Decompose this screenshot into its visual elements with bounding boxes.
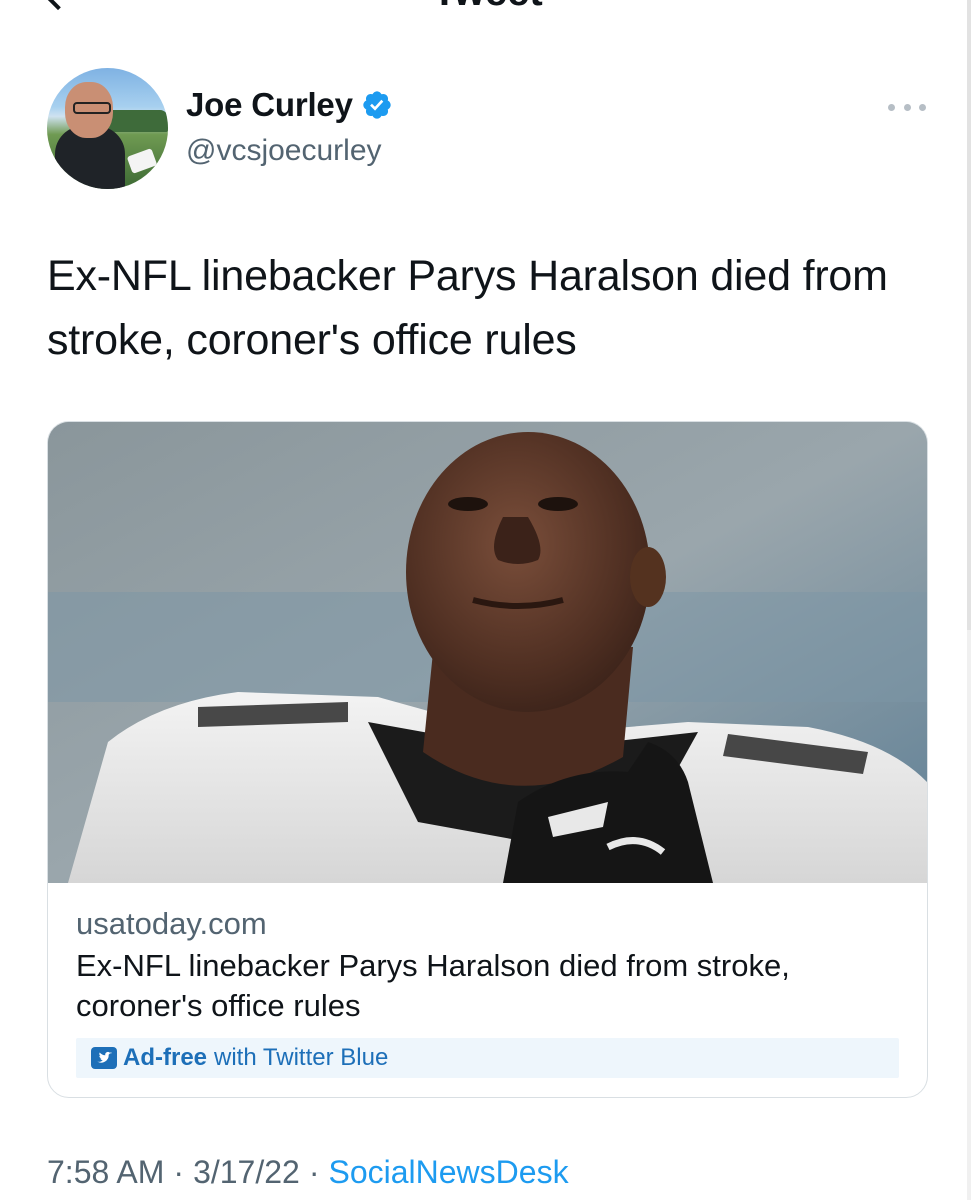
author-display-name[interactable]: Joe Curley	[186, 86, 353, 124]
card-domain: usatoday.com	[76, 906, 267, 941]
avatar[interactable]	[47, 68, 168, 189]
tweet-time[interactable]: 7:58 AM	[47, 1154, 164, 1190]
verified-badge-icon	[363, 91, 391, 119]
page-title: Tweet	[0, 0, 975, 14]
avatar-glasses	[73, 102, 111, 114]
card-image[interactable]	[48, 422, 927, 883]
tweet-meta-row: 7:58 AM · 3/17/22 · SocialNewsDesk	[47, 1154, 569, 1191]
author-name-row[interactable]: Joe Curley	[186, 86, 393, 124]
card-title[interactable]: Ex-NFL linebacker Parys Haralson died fr…	[76, 946, 906, 1026]
meta-separator: ·	[173, 1154, 185, 1190]
more-dot	[919, 103, 926, 111]
promo-label-strong: Ad-free	[123, 1044, 208, 1071]
tweet-text: Ex-NFL linebacker Parys Haralson died fr…	[47, 252, 888, 364]
twitter-blue-bird-icon	[91, 1047, 117, 1069]
meta-separator: ·	[308, 1154, 320, 1190]
avatar-phone	[126, 148, 158, 174]
card-photo-illustration	[48, 422, 927, 883]
author-handle[interactable]: @vcsjoecurley	[186, 134, 382, 168]
tweet-date[interactable]: 3/17/22	[193, 1154, 300, 1190]
scrollbar-thumb[interactable]	[967, 0, 971, 630]
twitter-blue-promo[interactable]: Ad-free with Twitter Blue	[76, 1038, 899, 1078]
promo-label: with Twitter Blue	[214, 1044, 389, 1071]
top-navigation-bar: Tweet	[0, 0, 975, 14]
link-preview-card[interactable]: usatoday.com Ex-NFL linebacker Parys Har…	[47, 421, 928, 1098]
more-dot	[888, 103, 895, 111]
more-horizontal-icon[interactable]	[888, 94, 926, 120]
tweet-source-link[interactable]: SocialNewsDesk	[328, 1154, 568, 1190]
more-dot	[903, 103, 911, 111]
